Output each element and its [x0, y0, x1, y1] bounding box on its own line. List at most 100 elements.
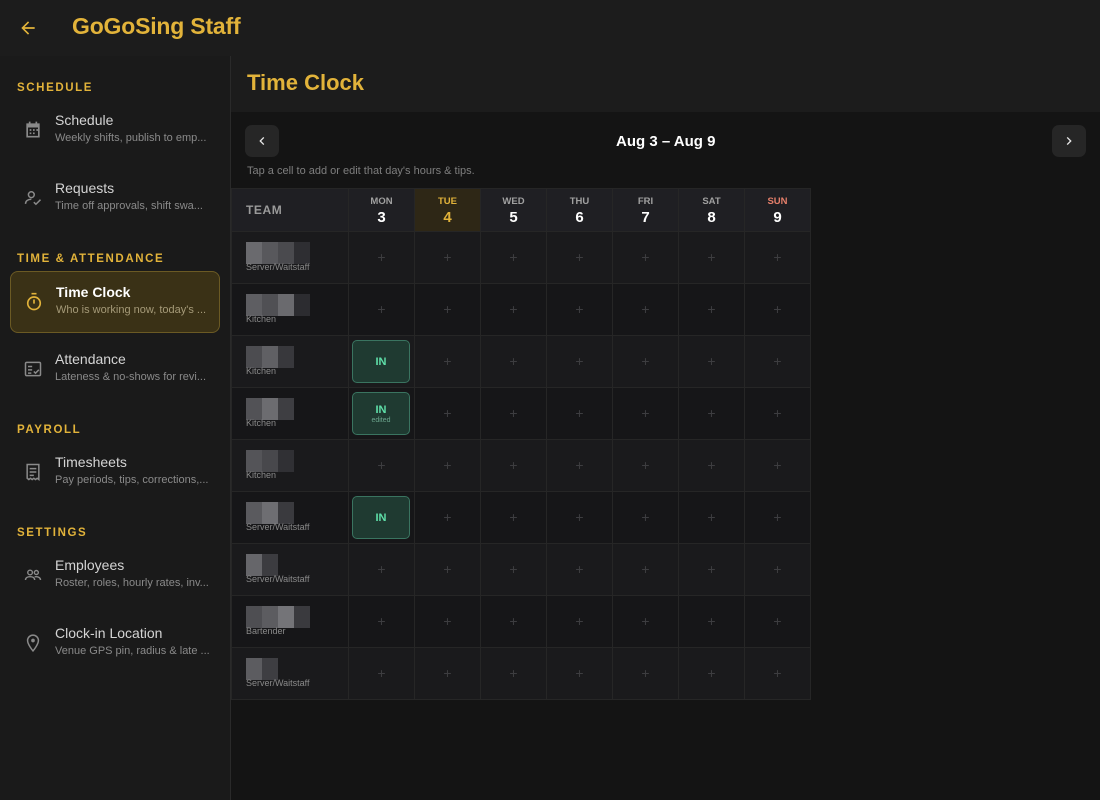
time-cell[interactable]: + — [414, 543, 481, 596]
time-cell[interactable]: + — [414, 231, 481, 284]
clock-in-badge[interactable]: IN — [352, 340, 410, 383]
time-cell[interactable]: + — [744, 647, 811, 700]
time-cell[interactable]: + — [546, 387, 613, 440]
time-cell[interactable]: + — [612, 543, 679, 596]
prev-week-button[interactable] — [245, 125, 279, 157]
time-cell[interactable]: + — [348, 283, 415, 336]
day-of-week-label: SAT — [702, 196, 721, 207]
day-number-label: 7 — [641, 209, 650, 226]
time-cell[interactable]: + — [678, 439, 745, 492]
sidebar-item-employees[interactable]: Employees Roster, roles, hourly rates, in… — [10, 545, 220, 607]
time-cell[interactable]: + — [744, 491, 811, 544]
sidebar-item-timesheets[interactable]: Timesheets Pay periods, tips, corrections… — [10, 442, 220, 504]
sidebar-item-description: Pay periods, tips, corrections,... — [55, 474, 209, 486]
time-cell[interactable]: + — [546, 335, 613, 388]
sidebar-section-title: SETTINGS — [17, 527, 88, 539]
employee-cell[interactable]: Kitchen — [231, 283, 349, 336]
time-cell[interactable]: IN edited — [348, 387, 415, 440]
time-cell[interactable]: + — [480, 283, 547, 336]
sidebar-item-time-clock[interactable]: Time Clock Who is working now, today's ..… — [10, 271, 220, 333]
time-cell[interactable]: + — [480, 543, 547, 596]
time-cell[interactable]: + — [612, 595, 679, 648]
time-cell[interactable]: + — [678, 543, 745, 596]
time-cell[interactable]: + — [348, 231, 415, 284]
time-cell[interactable]: + — [480, 387, 547, 440]
time-cell[interactable]: + — [612, 491, 679, 544]
time-cell[interactable]: + — [678, 647, 745, 700]
employee-cell[interactable]: Kitchen — [231, 335, 349, 388]
employee-row: Bartender + + + + + + + — [231, 595, 811, 648]
time-cell[interactable]: + — [546, 543, 613, 596]
time-cell[interactable]: + — [612, 335, 679, 388]
add-entry-icon: + — [509, 248, 518, 265]
time-cell[interactable]: + — [546, 283, 613, 336]
time-cell[interactable]: + — [348, 543, 415, 596]
time-cell[interactable]: + — [678, 387, 745, 440]
time-cell[interactable]: + — [546, 647, 613, 700]
time-cell[interactable]: + — [744, 439, 811, 492]
time-cell[interactable]: + — [612, 231, 679, 284]
add-entry-icon: + — [509, 352, 518, 369]
day-of-week-label: WED — [502, 196, 525, 207]
add-entry-icon: + — [377, 612, 386, 629]
day-number-label: 3 — [377, 209, 386, 226]
time-cell[interactable]: + — [678, 231, 745, 284]
employee-role: Server/Waitstaff — [246, 262, 310, 272]
time-cell[interactable]: + — [612, 647, 679, 700]
time-cell[interactable]: + — [612, 387, 679, 440]
time-cell[interactable]: + — [480, 231, 547, 284]
time-cell[interactable]: + — [480, 595, 547, 648]
day-number-label: 8 — [707, 209, 716, 226]
time-cell[interactable]: + — [678, 595, 745, 648]
time-cell[interactable]: + — [546, 595, 613, 648]
time-cell[interactable]: + — [744, 543, 811, 596]
employee-cell[interactable]: Server/Waitstaff — [231, 543, 349, 596]
employee-cell[interactable]: Kitchen — [231, 439, 349, 492]
employee-cell[interactable]: Server/Waitstaff — [231, 647, 349, 700]
time-cell[interactable]: + — [678, 491, 745, 544]
time-cell[interactable]: + — [348, 647, 415, 700]
time-cell[interactable]: + — [480, 335, 547, 388]
employee-row: Kitchen + + + + + + + — [231, 283, 811, 336]
employee-row: Server/Waitstaff IN + + + + + + — [231, 491, 811, 544]
time-cell[interactable]: + — [546, 439, 613, 492]
edited-note: edited — [371, 416, 391, 424]
next-week-button[interactable] — [1052, 125, 1086, 157]
time-cell[interactable]: + — [414, 595, 481, 648]
time-cell[interactable]: + — [678, 283, 745, 336]
clock-in-badge[interactable]: IN — [352, 496, 410, 539]
time-cell[interactable]: + — [744, 335, 811, 388]
time-cell[interactable]: + — [414, 491, 481, 544]
sidebar-item-clock-in-location[interactable]: Clock-in Location Venue GPS pin, radius &… — [10, 613, 220, 675]
time-cell[interactable]: + — [744, 231, 811, 284]
time-cell[interactable]: + — [744, 387, 811, 440]
time-cell[interactable]: + — [546, 231, 613, 284]
employee-cell[interactable]: Server/Waitstaff — [231, 491, 349, 544]
time-cell[interactable]: + — [744, 595, 811, 648]
time-cell[interactable]: + — [546, 491, 613, 544]
employee-cell[interactable]: Kitchen — [231, 387, 349, 440]
time-cell[interactable]: + — [480, 647, 547, 700]
time-cell[interactable]: + — [480, 491, 547, 544]
sidebar-item-schedule[interactable]: Schedule Weekly shifts, publish to emp... — [10, 100, 220, 162]
time-cell[interactable]: + — [744, 283, 811, 336]
time-cell[interactable]: + — [348, 439, 415, 492]
time-cell[interactable]: IN — [348, 335, 415, 388]
sidebar-item-attendance[interactable]: Attendance Lateness & no-shows for revi..… — [10, 339, 220, 401]
time-cell[interactable]: + — [414, 439, 481, 492]
back-button[interactable] — [14, 14, 42, 42]
time-cell[interactable]: + — [414, 647, 481, 700]
employee-cell[interactable]: Server/Waitstaff — [231, 231, 349, 284]
time-cell[interactable]: + — [480, 439, 547, 492]
time-cell[interactable]: + — [414, 335, 481, 388]
time-cell[interactable]: + — [414, 387, 481, 440]
time-cell[interactable]: + — [414, 283, 481, 336]
time-cell[interactable]: + — [678, 335, 745, 388]
time-cell[interactable]: + — [612, 283, 679, 336]
time-cell[interactable]: IN — [348, 491, 415, 544]
employee-cell[interactable]: Bartender — [231, 595, 349, 648]
sidebar-item-requests[interactable]: Requests Time off approvals, shift swa... — [10, 168, 220, 230]
clock-in-badge[interactable]: IN edited — [352, 392, 410, 435]
time-cell[interactable]: + — [612, 439, 679, 492]
time-cell[interactable]: + — [348, 595, 415, 648]
